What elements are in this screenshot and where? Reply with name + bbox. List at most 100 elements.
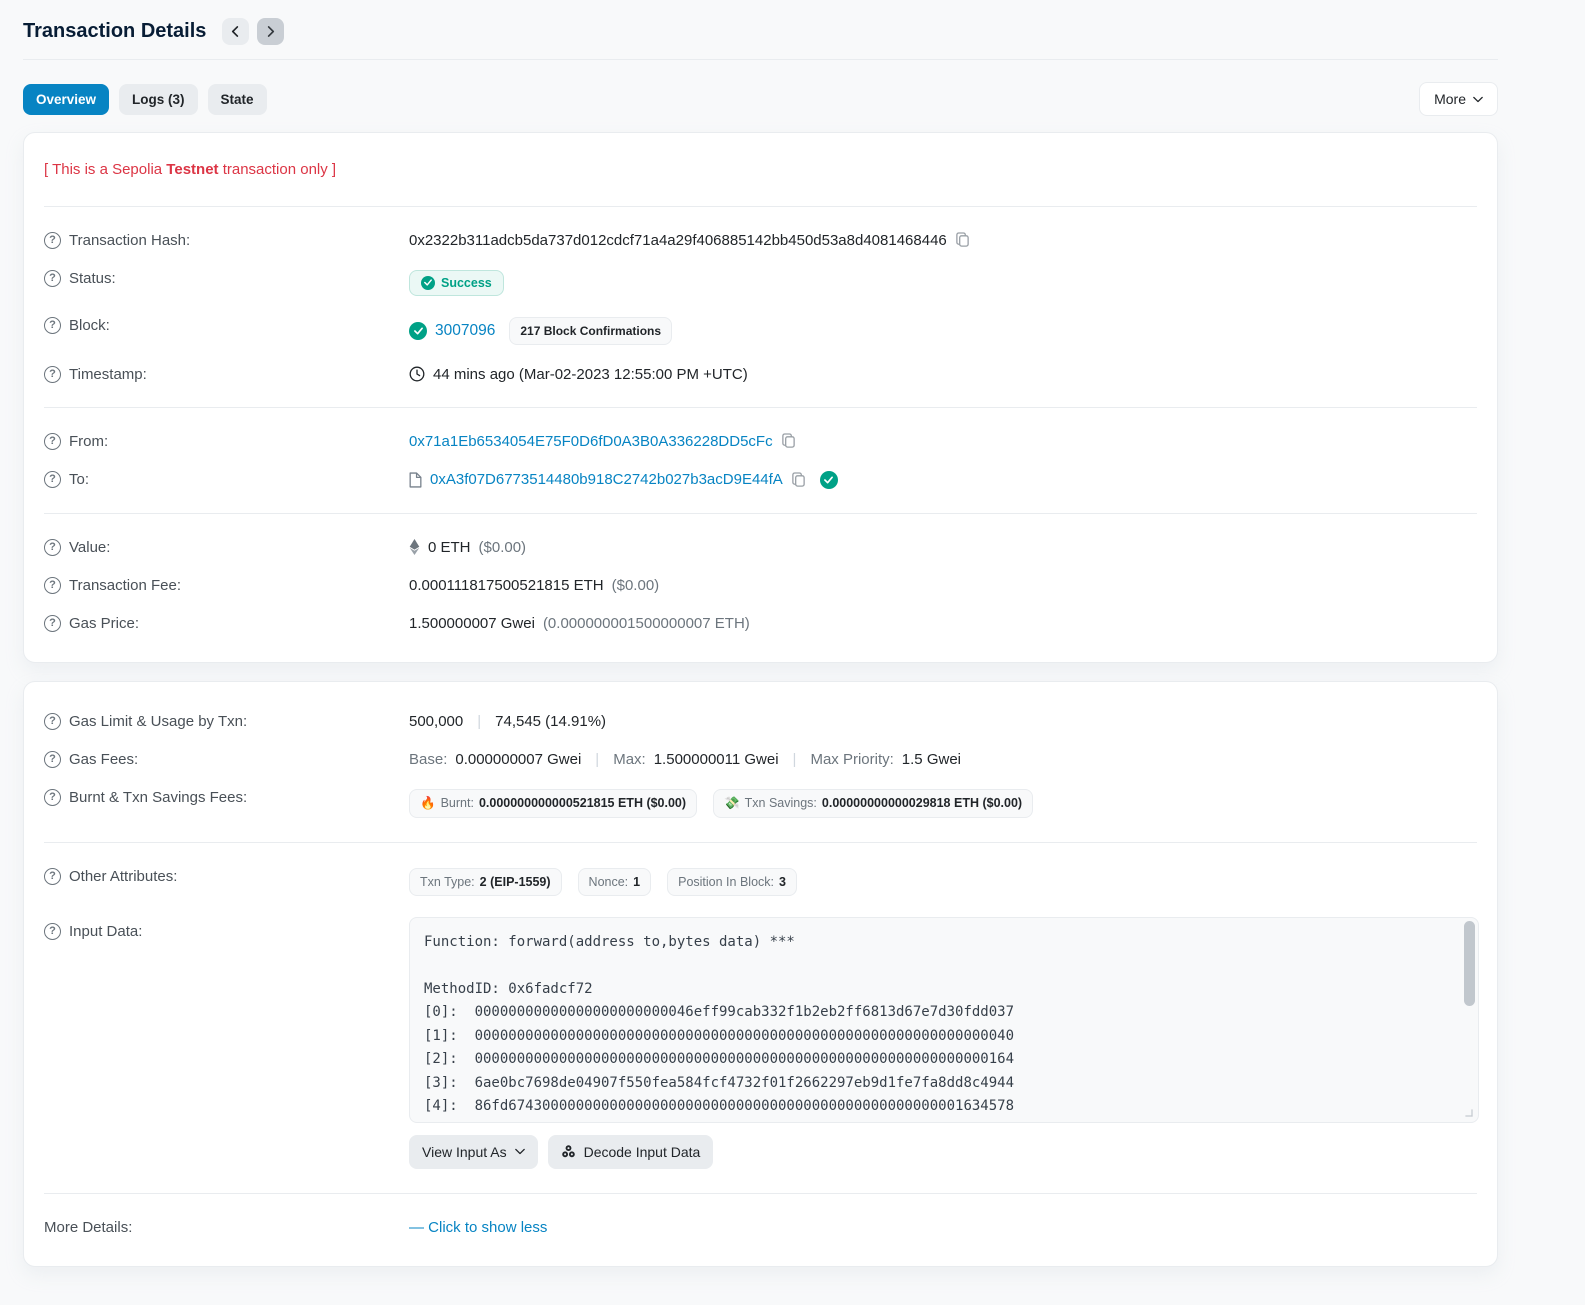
- burnt-fees-row: ? Burnt & Txn Savings Fees: 🔥 Burnt: 0.0…: [44, 778, 1477, 828]
- input-data-label-group: ? Input Data:: [44, 917, 409, 940]
- chevron-right-icon: [265, 26, 276, 37]
- scrollbar-thumb[interactable]: [1464, 920, 1475, 1006]
- view-input-as-button[interactable]: View Input As: [409, 1134, 538, 1169]
- view-input-as-label: View Input As: [422, 1143, 507, 1160]
- gas-price-row: ? Gas Price: 1.500000007 Gwei (0.0000000…: [44, 604, 1477, 642]
- block-row: ? Block: 3007096 217 Block Confirmations: [44, 306, 1477, 355]
- divider: [44, 1193, 1477, 1194]
- help-icon[interactable]: ?: [44, 231, 61, 249]
- status-label: Status:: [69, 269, 116, 287]
- help-icon[interactable]: ?: [44, 470, 61, 488]
- resize-grip-icon[interactable]: [1465, 1108, 1473, 1117]
- gas-price-gwei: 1.500000007 Gwei: [409, 614, 535, 632]
- help-icon[interactable]: ?: [44, 750, 61, 768]
- tabs-row: Overview Logs (3) State More: [23, 82, 1498, 116]
- from-address-link[interactable]: 0x71a1Eb6534054E75F0D6fD0A3B0A336228DD5c…: [409, 433, 773, 450]
- check-circle-icon: [421, 275, 435, 290]
- more-dropdown-label: More: [1434, 91, 1466, 107]
- block-confirmations-badge: 217 Block Confirmations: [509, 316, 673, 345]
- decode-input-data-label: Decode Input Data: [583, 1143, 701, 1160]
- help-icon[interactable]: ?: [44, 432, 61, 450]
- burnt-fees-label-group: ? Burnt & Txn Savings Fees:: [44, 788, 409, 806]
- gas-limit-label-group: ? Gas Limit & Usage by Txn:: [44, 712, 409, 730]
- transaction-fee-label-group: ? Transaction Fee:: [44, 576, 409, 594]
- max-priority-fee-label: Max Priority:: [810, 750, 894, 768]
- testnet-notice-prefix: [ This is a Sepolia: [44, 161, 167, 178]
- header-divider: [23, 59, 1498, 60]
- tab-state[interactable]: State: [207, 83, 267, 115]
- testnet-notice-suffix: transaction only ]: [218, 161, 337, 178]
- burnt-fee-badge-label: Burnt:: [440, 796, 474, 810]
- transaction-details-page: Transaction Details Overview Logs (3) St…: [23, 14, 1498, 1267]
- help-icon[interactable]: ?: [44, 316, 61, 334]
- block-label-group: ? Block:: [44, 316, 409, 334]
- chevron-down-icon: [1473, 96, 1483, 103]
- block-label: Block:: [69, 316, 110, 334]
- copy-transaction-hash-button[interactable]: [955, 232, 970, 248]
- next-transaction-button[interactable]: [257, 18, 285, 45]
- transaction-fee-row: ? Transaction Fee: 0.000111817500521815 …: [44, 566, 1477, 604]
- copy-icon: [791, 471, 806, 488]
- money-wings-icon: 💸: [724, 795, 740, 810]
- copy-to-address-button[interactable]: [791, 471, 806, 488]
- separator: |: [477, 712, 482, 730]
- gas-price-eth: (0.000000001500000007 ETH): [542, 614, 750, 632]
- txn-type-badge: Txn Type: 2 (EIP-1559): [409, 867, 562, 896]
- burnt-fees-label: Burnt & Txn Savings Fees:: [69, 788, 248, 806]
- page-title: Transaction Details: [23, 20, 207, 42]
- to-row: ? To: 0xA3f07D6773514480b918C2742b027b3a…: [44, 460, 1477, 499]
- more-details-label-group: More Details:: [44, 1219, 409, 1236]
- gas-price-label: Gas Price:: [69, 614, 140, 632]
- input-data-textarea[interactable]: Function: forward(address to,bytes data)…: [409, 916, 1479, 1123]
- tab-overview[interactable]: Overview: [23, 83, 110, 115]
- transaction-hash-label-group: ? Transaction Hash:: [44, 231, 409, 249]
- testnet-notice: [ This is a Sepolia Testnet transaction …: [44, 153, 1477, 192]
- input-data-row: ? Input Data: Function: forward(address …: [44, 906, 1479, 1179]
- other-attributes-label-group: ? Other Attributes:: [44, 867, 409, 885]
- tab-logs[interactable]: Logs (3): [119, 83, 198, 115]
- timestamp-row: ? Timestamp: 44 mins ago (Mar-02-2023 12…: [44, 355, 1477, 393]
- nonce-badge-label: Nonce:: [588, 874, 629, 889]
- copy-from-address-button[interactable]: [781, 433, 796, 449]
- burnt-fee-badge: 🔥 Burnt: 0.000000000000521815 ETH ($0.00…: [409, 788, 698, 818]
- chevron-down-icon: [514, 1148, 525, 1155]
- gas-limit-label: Gas Limit & Usage by Txn:: [69, 712, 248, 730]
- show-less-link[interactable]: — Click to show less: [409, 1219, 547, 1236]
- transaction-hash-row: ? Transaction Hash: 0x2322b311adcb5da737…: [44, 221, 1477, 259]
- block-number-link[interactable]: 3007096: [435, 322, 495, 340]
- gas-price-label-group: ? Gas Price:: [44, 614, 409, 632]
- decode-input-data-button[interactable]: Decode Input Data: [547, 1134, 714, 1169]
- page-header: Transaction Details: [23, 14, 1498, 59]
- help-icon[interactable]: ?: [44, 576, 61, 594]
- transaction-hash-value: 0x2322b311adcb5da737d012cdcf71a4a29f4068…: [409, 231, 947, 249]
- value-label-group: ? Value:: [44, 538, 409, 556]
- help-icon[interactable]: ?: [44, 538, 61, 556]
- other-attributes-row: ? Other Attributes: Txn Type: 2 (EIP-155…: [44, 857, 1477, 906]
- copy-icon: [781, 433, 796, 449]
- gas-fees-label: Gas Fees:: [69, 750, 139, 768]
- to-address-link[interactable]: 0xA3f07D6773514480b918C2742b027b3acD9E44…: [430, 471, 783, 488]
- help-icon[interactable]: ?: [44, 867, 61, 885]
- value-usd: ($0.00): [478, 538, 527, 556]
- burnt-fee-badge-value: 0.000000000000521815 ETH ($0.00): [478, 796, 687, 810]
- divider: [44, 407, 1477, 408]
- txn-savings-badge: 💸 Txn Savings: 0.00000000000029818 ETH (…: [713, 788, 1034, 818]
- position-in-block-badge-value: 3: [779, 874, 786, 889]
- help-icon[interactable]: ?: [44, 269, 61, 287]
- help-icon[interactable]: ?: [44, 788, 61, 806]
- more-dropdown-button[interactable]: More: [1419, 82, 1498, 116]
- help-icon[interactable]: ?: [44, 712, 61, 730]
- previous-transaction-button[interactable]: [222, 18, 250, 45]
- contract-success-check-icon: [819, 470, 838, 489]
- ethereum-icon: [409, 539, 420, 555]
- help-icon[interactable]: ?: [44, 614, 61, 632]
- testnet-notice-bold: Testnet: [166, 161, 219, 178]
- timestamp-label-group: ? Timestamp:: [44, 365, 409, 383]
- to-label-group: ? To:: [44, 470, 409, 488]
- input-data-scrollbar[interactable]: [1464, 920, 1475, 1121]
- help-icon[interactable]: ?: [44, 365, 61, 383]
- status-label-group: ? Status:: [44, 269, 409, 287]
- from-label: From:: [69, 432, 109, 450]
- fire-icon: 🔥: [420, 795, 436, 810]
- help-icon[interactable]: ?: [44, 922, 61, 940]
